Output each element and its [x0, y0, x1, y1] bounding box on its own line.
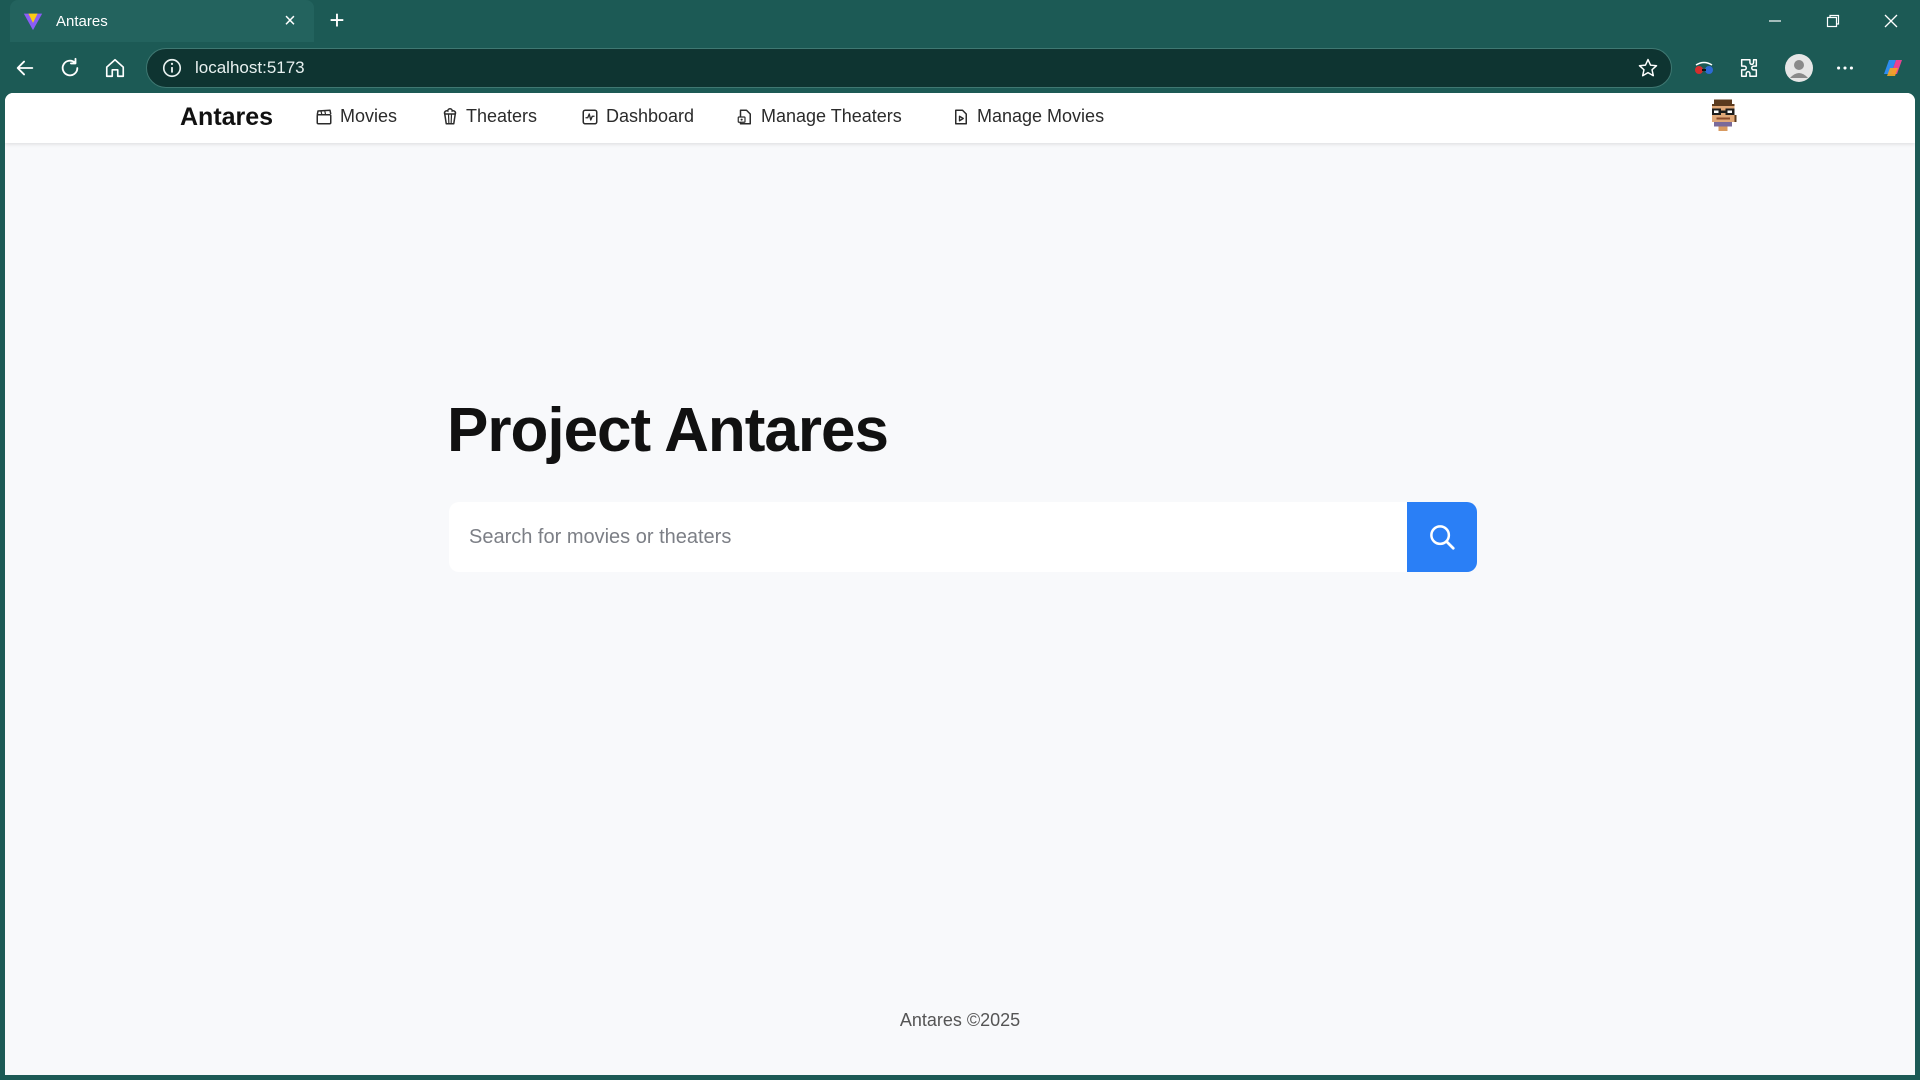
activity-icon	[582, 109, 598, 124]
user-avatar[interactable]	[1705, 97, 1741, 133]
file-video-icon	[955, 109, 967, 124]
page-title: Project Antares	[447, 396, 889, 465]
copilot-icon[interactable]	[1876, 51, 1910, 85]
clapperboard-icon	[316, 109, 332, 124]
favorite-star-icon[interactable]	[1631, 51, 1665, 85]
tab-close-icon[interactable]: ×	[278, 10, 302, 33]
search-icon	[1430, 525, 1455, 550]
site-info-icon[interactable]	[161, 57, 183, 79]
brand-logo[interactable]: Antares	[180, 103, 273, 132]
profile-avatar-icon[interactable]	[1782, 51, 1816, 85]
url-text[interactable]: localhost:5173	[195, 58, 1631, 78]
vite-logo-icon	[23, 13, 43, 31]
nav-item-theaters[interactable]: Theaters	[441, 106, 537, 127]
search-bar	[449, 502, 1477, 572]
reload-icon[interactable]	[53, 51, 87, 85]
nav-item-dashboard[interactable]: Dashboard	[581, 106, 694, 127]
browser-toolbar: localhost:5173	[0, 42, 1920, 93]
file-settings-icon	[737, 109, 751, 124]
nav-label: Movies	[340, 106, 398, 126]
nav-label: Theaters	[466, 106, 538, 126]
home-icon[interactable]	[98, 51, 132, 85]
minimize-icon[interactable]	[1746, 0, 1804, 42]
nav-item-movies[interactable]: Movies	[315, 106, 397, 127]
top-navbar: Antares Movies Theaters Dashboard Manage…	[5, 93, 1915, 143]
search-input[interactable]	[449, 502, 1407, 572]
nav-item-manage-movies[interactable]: Manage Movies	[952, 106, 1104, 127]
tab-title: Antares	[56, 12, 108, 30]
page-viewport: Antares Movies Theaters Dashboard Manage…	[5, 93, 1915, 1075]
nav-label: Manage Movies	[977, 106, 1105, 126]
popcorn-icon	[443, 107, 457, 124]
footer-text: Antares ©2025	[899, 1010, 1021, 1030]
new-tab-icon[interactable]: +	[322, 6, 352, 36]
extensions-puzzle-icon[interactable]	[1732, 51, 1766, 85]
browser-titlebar: Antares × +	[0, 0, 1920, 42]
more-options-icon[interactable]	[1828, 51, 1862, 85]
close-window-icon[interactable]	[1862, 0, 1920, 42]
restore-icon[interactable]	[1804, 0, 1862, 42]
nav-item-manage-theaters[interactable]: Manage Theaters	[736, 106, 902, 127]
nav-label: Dashboard	[606, 106, 695, 126]
address-bar[interactable]: localhost:5173	[146, 48, 1672, 88]
search-button[interactable]	[1407, 502, 1477, 572]
nav-label: Manage Theaters	[761, 106, 902, 126]
extension-glasses-icon[interactable]	[1687, 51, 1721, 85]
browser-tab[interactable]: Antares ×	[10, 0, 314, 42]
back-icon[interactable]	[8, 51, 42, 85]
